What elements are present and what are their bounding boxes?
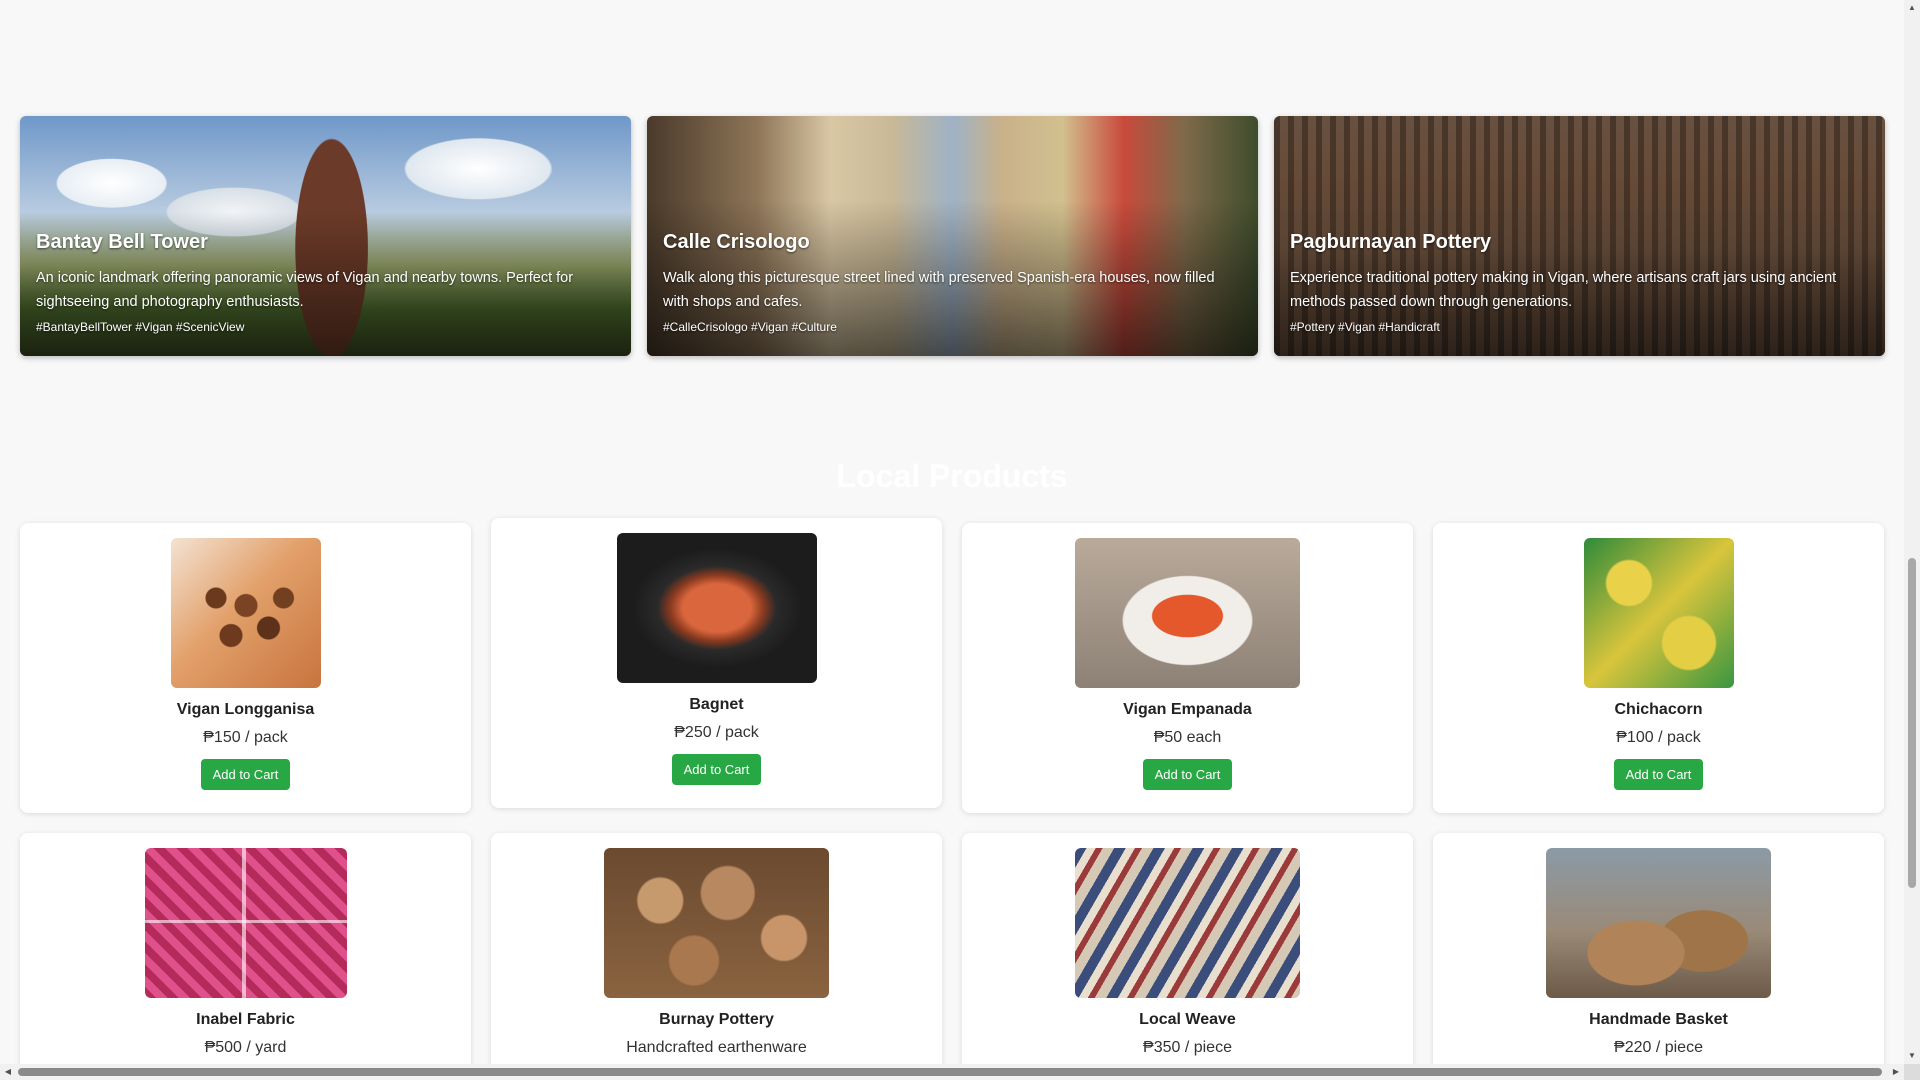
- product-image-handmade-basket: [1546, 848, 1771, 998]
- attraction-description: Walk along this picturesque street lined…: [663, 270, 1215, 310]
- product-card-handmade-basket[interactable]: Handmade Basket ₱220 / piece: [1433, 833, 1884, 1064]
- horizontal-scroll-thumb[interactable]: [18, 1068, 1882, 1076]
- product-image-bagnet: [616, 533, 817, 683]
- attraction-tags: #BantayBellTower #Vigan #ScenicView: [36, 320, 245, 334]
- product-price: ₱500 / yard: [204, 1039, 287, 1056]
- attraction-tags: #Pottery #Vigan #Handicraft: [1290, 320, 1440, 334]
- product-name: Handmade Basket: [1589, 1011, 1728, 1028]
- add-to-cart-button[interactable]: Add to Cart: [200, 759, 291, 790]
- product-name: Vigan Longganisa: [176, 701, 315, 718]
- product-description: Handcrafted earthenware: [626, 1039, 807, 1056]
- product-image-vigan-empanada: [1075, 538, 1300, 688]
- down-arrow-icon[interactable]: ▼: [1904, 1048, 1920, 1064]
- horizontal-scrollbar[interactable]: ◀ ▶: [0, 1064, 1920, 1080]
- product-card-bagnet[interactable]: Bagnet ₱250 / pack Add to Cart: [491, 518, 942, 808]
- product-price: ₱150 / pack: [203, 729, 288, 746]
- attraction-card-calle-crisologo[interactable]: Calle Crisologo Walk along this pictures…: [647, 116, 1258, 356]
- product-price: ₱350 / piece: [1143, 1039, 1232, 1056]
- product-image-chichacorn: [1583, 538, 1734, 688]
- attraction-card-pagburnayan-pottery[interactable]: Pagburnayan Pottery Experience tradition…: [1274, 116, 1885, 356]
- up-arrow-icon[interactable]: ▲: [1904, 0, 1920, 16]
- product-name: Vigan Empanada: [1123, 701, 1252, 718]
- attraction-card-bantay-bell-tower[interactable]: Bantay Bell Tower An iconic landmark off…: [20, 116, 631, 356]
- product-price: ₱50 each: [1153, 729, 1222, 746]
- product-price: ₱250 / pack: [674, 724, 759, 741]
- attraction-content: Calle Crisologo Walk along this pictures…: [663, 231, 1242, 334]
- vertical-scroll-thumb[interactable]: [1908, 558, 1916, 888]
- product-card-chichacorn[interactable]: Chichacorn ₱100 / pack Add to Cart: [1433, 523, 1884, 813]
- page: Bantay Bell Tower An iconic landmark off…: [0, 0, 1904, 1064]
- product-name: Local Weave: [1139, 1011, 1236, 1028]
- product-price: ₱220 / piece: [1614, 1039, 1703, 1056]
- scrollbar-corner: [1904, 1064, 1920, 1080]
- product-image-burnay-pottery: [604, 848, 829, 998]
- attraction-title: Calle Crisologo: [663, 231, 810, 253]
- attraction-tags: #CalleCrisologo #Vigan #Culture: [663, 320, 837, 334]
- product-card-inabel-fabric[interactable]: Inabel Fabric ₱500 / yard: [20, 833, 471, 1064]
- vertical-scrollbar[interactable]: ▲ ▼: [1904, 0, 1920, 1064]
- product-name: Chichacorn: [1614, 701, 1703, 718]
- product-price: ₱100 / pack: [1616, 729, 1701, 746]
- attraction-title: Pagburnayan Pottery: [1290, 231, 1492, 253]
- attraction-content: Pagburnayan Pottery Experience tradition…: [1290, 231, 1869, 334]
- product-card-burnay-pottery[interactable]: Burnay Pottery Handcrafted earthenware: [491, 833, 942, 1064]
- add-to-cart-button[interactable]: Add to Cart: [1613, 759, 1704, 790]
- left-arrow-icon[interactable]: ◀: [0, 1064, 16, 1080]
- product-image-inabel-fabric: [144, 848, 347, 998]
- attraction-description: An iconic landmark offering panoramic vi…: [36, 270, 574, 310]
- attraction-title: Bantay Bell Tower: [36, 231, 208, 253]
- product-name: Inabel Fabric: [196, 1011, 295, 1028]
- product-image-local-weave: [1075, 848, 1300, 998]
- add-to-cart-button[interactable]: Add to Cart: [671, 754, 762, 785]
- product-name: Bagnet: [689, 696, 744, 713]
- attractions-row: Bantay Bell Tower An iconic landmark off…: [20, 116, 1885, 356]
- product-image-vigan-longganisa: [170, 538, 321, 688]
- section-title-local-products: Local Products: [836, 458, 1068, 494]
- product-card-vigan-empanada[interactable]: Vigan Empanada ₱50 each Add to Cart: [962, 523, 1413, 813]
- products-grid: Vigan Longganisa ₱150 / pack Add to Cart…: [20, 518, 1885, 1064]
- product-card-vigan-longganisa[interactable]: Vigan Longganisa ₱150 / pack Add to Cart: [20, 523, 471, 813]
- attraction-content: Bantay Bell Tower An iconic landmark off…: [36, 231, 615, 334]
- right-arrow-icon[interactable]: ▶: [1888, 1064, 1904, 1080]
- product-name: Burnay Pottery: [659, 1011, 774, 1028]
- product-card-local-weave[interactable]: Local Weave ₱350 / piece: [962, 833, 1413, 1064]
- add-to-cart-button[interactable]: Add to Cart: [1142, 759, 1233, 790]
- attraction-description: Experience traditional pottery making in…: [1290, 270, 1837, 310]
